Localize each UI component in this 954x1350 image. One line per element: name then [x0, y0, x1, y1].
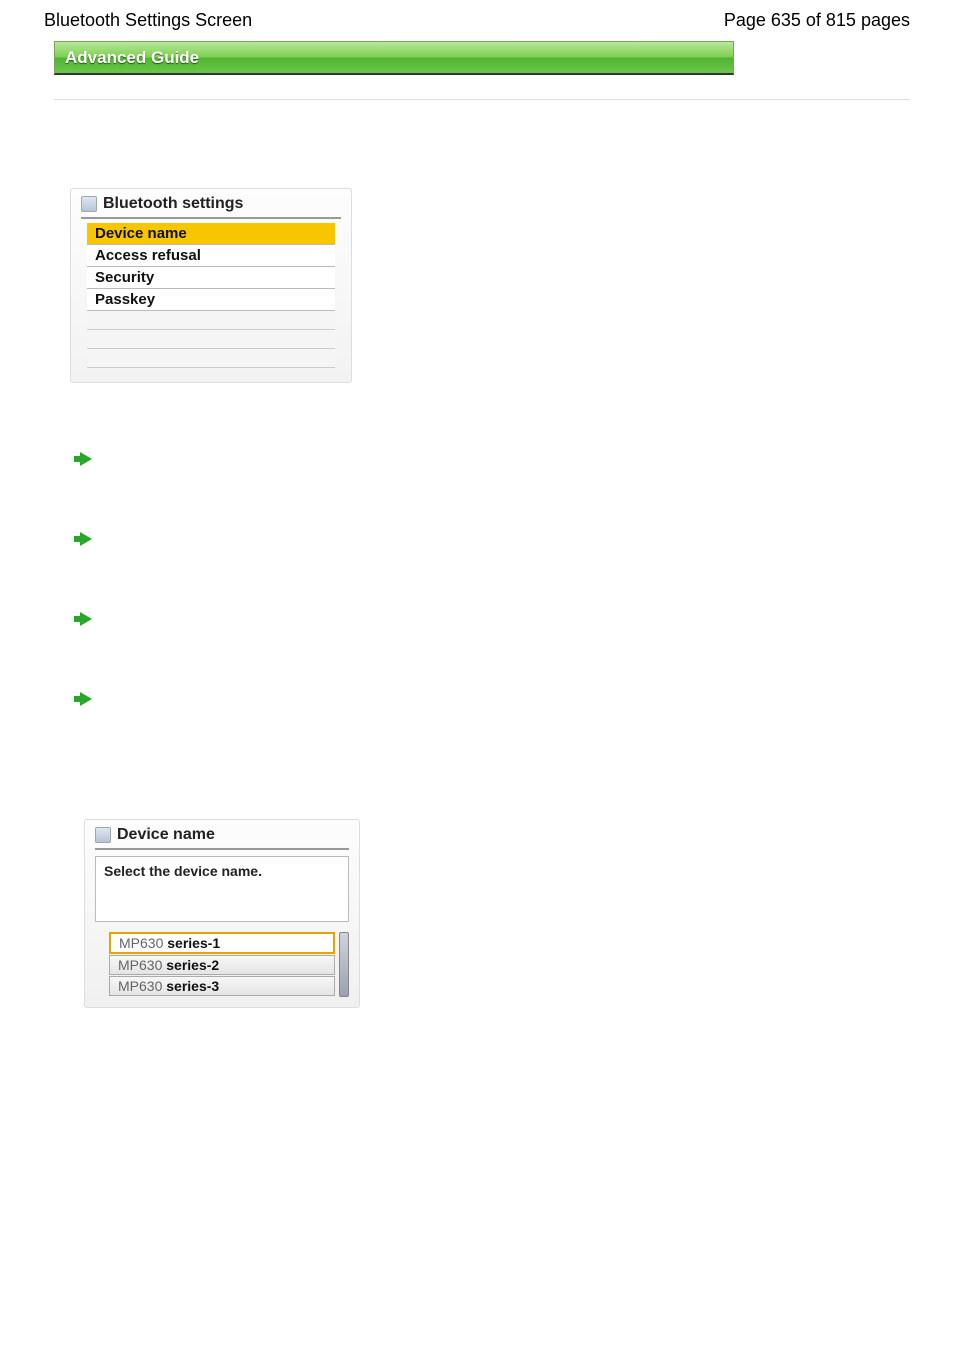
- device-option-3[interactable]: MP630 series-3: [109, 976, 335, 996]
- arrow-right-icon: [80, 452, 92, 466]
- device-name-title: Device name: [117, 826, 215, 844]
- device-option-prefix: MP630: [119, 935, 167, 951]
- device-option-1[interactable]: MP630 series-1: [109, 932, 335, 954]
- device-option-suffix: series-1: [167, 935, 220, 951]
- bluetooth-settings-panel: Bluetooth settings Device name Access re…: [70, 188, 352, 383]
- page-counter: Page 635 of 815 pages: [724, 10, 910, 31]
- device-name-list: MP630 series-1 MP630 series-2 MP630 seri…: [95, 932, 335, 997]
- device-name-panel: Device name Select the device name. MP63…: [84, 819, 360, 1008]
- bluetooth-settings-list: Device name Access refusal Security Pass…: [87, 223, 335, 368]
- bluetooth-icon: [81, 196, 97, 212]
- arrow-right-icon: [80, 532, 92, 546]
- device-option-prefix: MP630: [118, 957, 166, 973]
- separator-line: [54, 99, 910, 100]
- blank-row: [87, 311, 335, 330]
- menu-item-passkey[interactable]: Passkey: [87, 289, 335, 311]
- advanced-guide-label: Advanced Guide: [65, 48, 199, 68]
- blank-row: [87, 349, 335, 368]
- arrow-right-icon: [80, 612, 92, 626]
- device-option-suffix: series-2: [166, 957, 219, 973]
- menu-item-access-refusal[interactable]: Access refusal: [87, 245, 335, 267]
- bluetooth-settings-title: Bluetooth settings: [103, 195, 243, 213]
- device-option-2[interactable]: MP630 series-2: [109, 955, 335, 975]
- menu-item-security[interactable]: Security: [87, 267, 335, 289]
- blank-row: [87, 330, 335, 349]
- arrow-right-icon: [80, 692, 92, 706]
- device-option-prefix: MP630: [118, 978, 166, 994]
- device-icon: [95, 827, 111, 843]
- advanced-guide-banner: Advanced Guide: [54, 41, 734, 75]
- device-option-suffix: series-3: [166, 978, 219, 994]
- page-title: Bluetooth Settings Screen: [44, 10, 252, 31]
- menu-item-device-name[interactable]: Device name: [87, 223, 335, 245]
- device-name-instruction: Select the device name.: [95, 856, 349, 922]
- scrollbar[interactable]: [339, 932, 349, 997]
